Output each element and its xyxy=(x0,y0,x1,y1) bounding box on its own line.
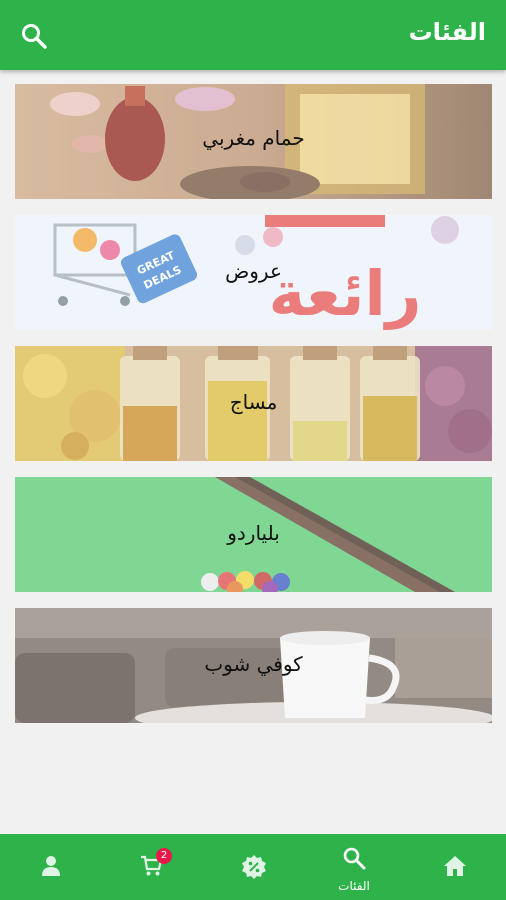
search-icon xyxy=(343,847,366,870)
category-card-moroccan-bath[interactable]: حمام مغربي xyxy=(15,84,492,199)
home-icon xyxy=(444,856,466,876)
bottom-navigation: الفئات 2 xyxy=(0,834,506,900)
category-card-coffee-shop[interactable]: كوفي شوب xyxy=(15,608,492,723)
app-bar: الفئات xyxy=(0,0,506,70)
cart-badge: 2 xyxy=(156,848,172,864)
category-card-billiards[interactable]: بلياردو xyxy=(15,477,492,592)
category-card-offers[interactable]: GREAT DEALS رائعة عروض xyxy=(15,215,492,330)
page-title: الفئات xyxy=(408,18,486,46)
category-label: عروض xyxy=(225,259,282,283)
offers-badge-icon xyxy=(242,855,266,879)
category-label: حمام مغربي xyxy=(202,126,305,150)
search-icon[interactable] xyxy=(20,22,48,50)
category-label: مساج xyxy=(229,390,278,414)
nav-categories-label: الفئات xyxy=(338,879,370,893)
nav-categories[interactable]: الفئات xyxy=(314,834,394,900)
category-label: بلياردو xyxy=(227,521,280,545)
profile-icon xyxy=(42,856,60,876)
nav-home[interactable] xyxy=(415,834,495,900)
nav-offers[interactable] xyxy=(213,834,293,900)
nav-cart[interactable]: 2 xyxy=(112,834,192,900)
category-card-massage[interactable]: مساج xyxy=(15,346,492,461)
category-label: كوفي شوب xyxy=(204,652,303,676)
category-list: حمام مغربي GREAT DEALS رائعة عروض مساج ب… xyxy=(15,84,492,739)
nav-profile[interactable] xyxy=(11,834,91,900)
